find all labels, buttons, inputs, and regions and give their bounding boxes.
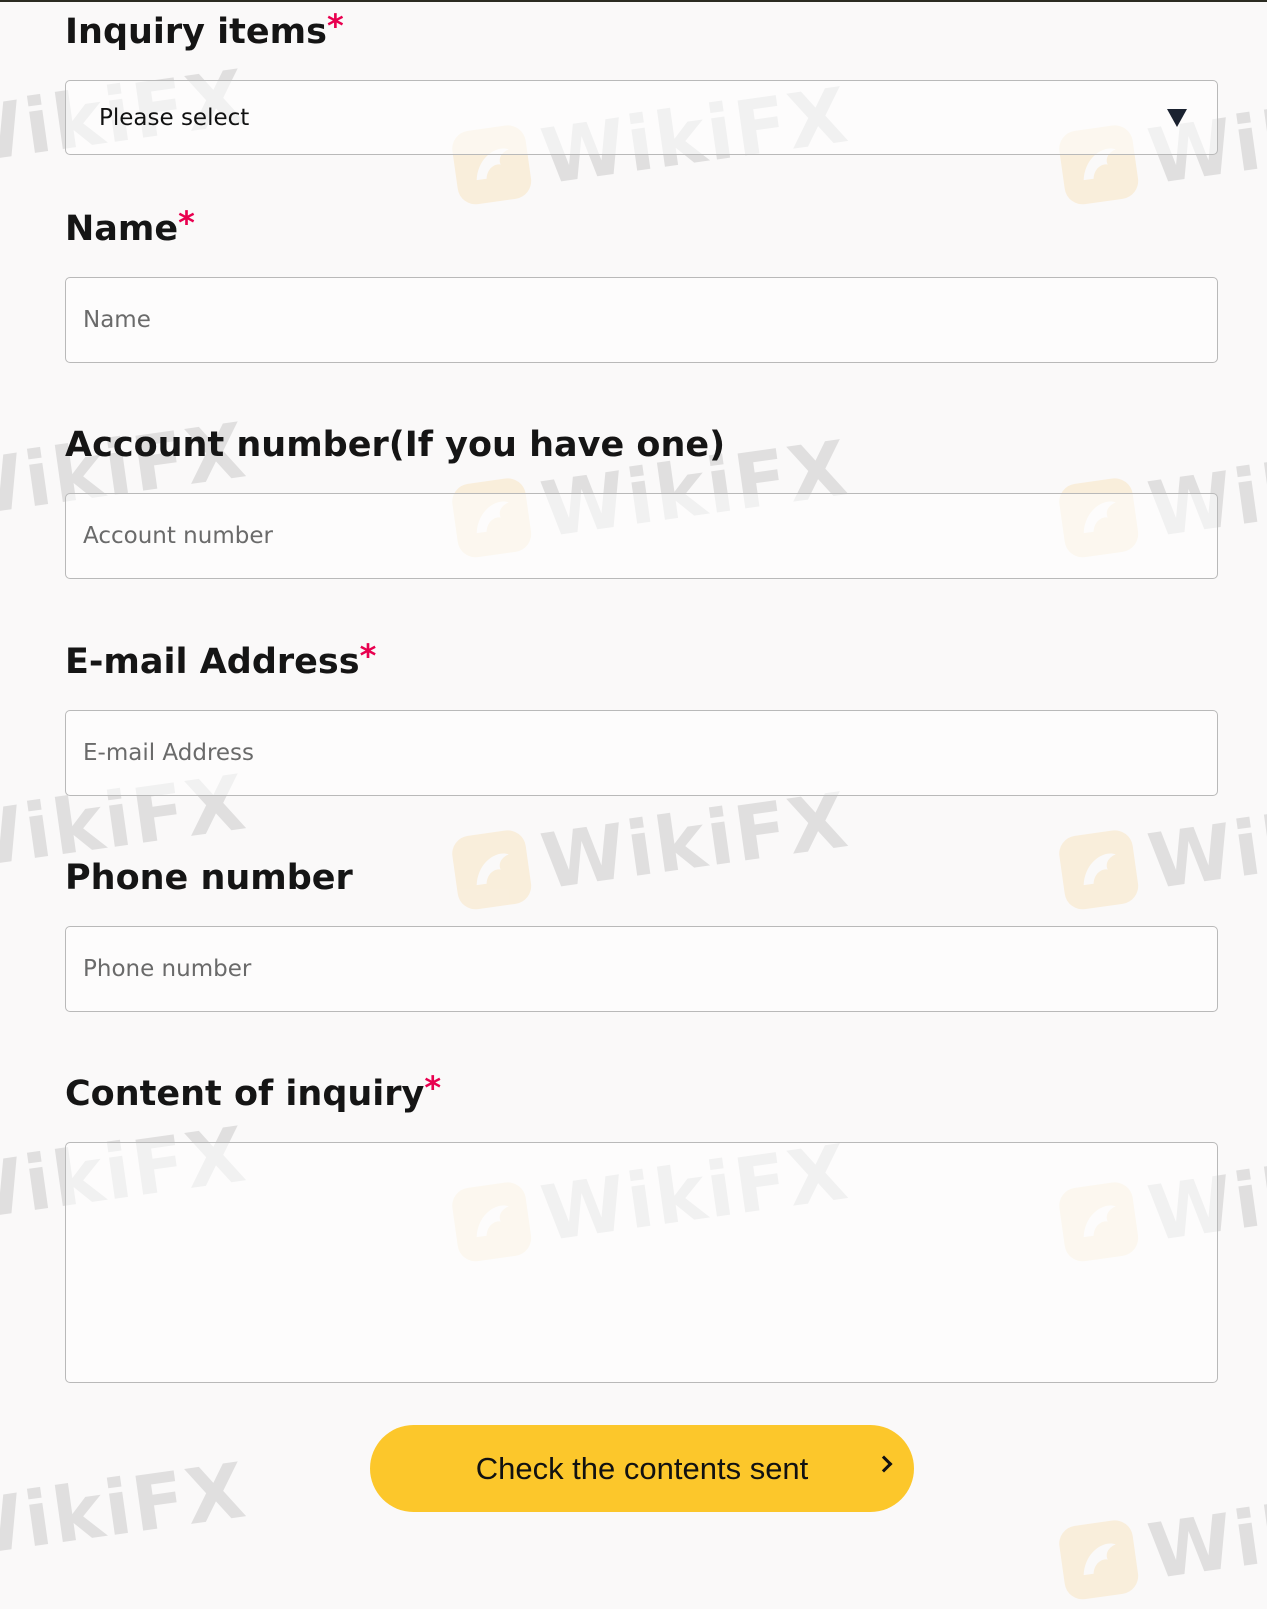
name-label: Name* bbox=[65, 204, 195, 251]
chevron-right-icon bbox=[875, 1455, 893, 1473]
inquiry-items-selected-value: Please select bbox=[99, 104, 250, 131]
phone-number-field-container bbox=[65, 926, 1218, 1012]
inquiry-items-label: Inquiry items* bbox=[65, 7, 344, 54]
phone-number-label-text: Phone number bbox=[65, 858, 353, 898]
top-divider bbox=[0, 0, 1267, 2]
wikifx-logo-icon bbox=[449, 827, 534, 912]
email-label: E-mail Address* bbox=[65, 637, 377, 684]
watermark-text: WikiFX bbox=[1142, 1465, 1267, 1597]
check-contents-sent-button-label: Check the contents sent bbox=[475, 1450, 809, 1486]
name-label-text: Name bbox=[65, 209, 179, 249]
account-number-field-container bbox=[65, 493, 1218, 579]
wikifx-logo-icon bbox=[1056, 827, 1141, 912]
content-of-inquiry-field-container bbox=[65, 1142, 1218, 1383]
content-of-inquiry-label: Content of inquiry* bbox=[65, 1069, 442, 1116]
email-field-container bbox=[65, 710, 1218, 796]
account-number-label-text: Account number(If you have one) bbox=[65, 425, 726, 465]
required-mark: * bbox=[359, 637, 377, 675]
inquiry-items-label-text: Inquiry items bbox=[65, 12, 327, 52]
caret-down-icon bbox=[1167, 108, 1187, 127]
check-contents-sent-button[interactable]: Check the contents sent bbox=[370, 1425, 914, 1512]
watermark-text: WikiFX bbox=[0, 1445, 253, 1577]
account-number-label: Account number(If you have one) bbox=[65, 423, 725, 467]
phone-number-input[interactable] bbox=[66, 927, 1217, 1011]
wikifx-logo-icon bbox=[1056, 1517, 1141, 1602]
required-mark: * bbox=[326, 7, 344, 45]
required-mark: * bbox=[424, 1069, 442, 1107]
watermark: WikiFX bbox=[1056, 1465, 1267, 1608]
email-label-text: E-mail Address bbox=[65, 642, 360, 682]
watermark: WikiFX bbox=[0, 1445, 252, 1576]
content-of-inquiry-label-text: Content of inquiry bbox=[65, 1074, 425, 1114]
account-number-input[interactable] bbox=[66, 494, 1217, 578]
inquiry-items-select[interactable]: Please select bbox=[65, 80, 1218, 155]
content-of-inquiry-textarea[interactable] bbox=[66, 1143, 1217, 1382]
required-mark: * bbox=[178, 204, 195, 242]
email-input[interactable] bbox=[66, 711, 1217, 795]
name-field-container bbox=[65, 277, 1218, 363]
watermark: WikiFX bbox=[1056, 775, 1267, 918]
phone-number-label: Phone number bbox=[65, 856, 353, 900]
watermark: WikiFX bbox=[449, 775, 854, 918]
name-input[interactable] bbox=[66, 278, 1217, 362]
